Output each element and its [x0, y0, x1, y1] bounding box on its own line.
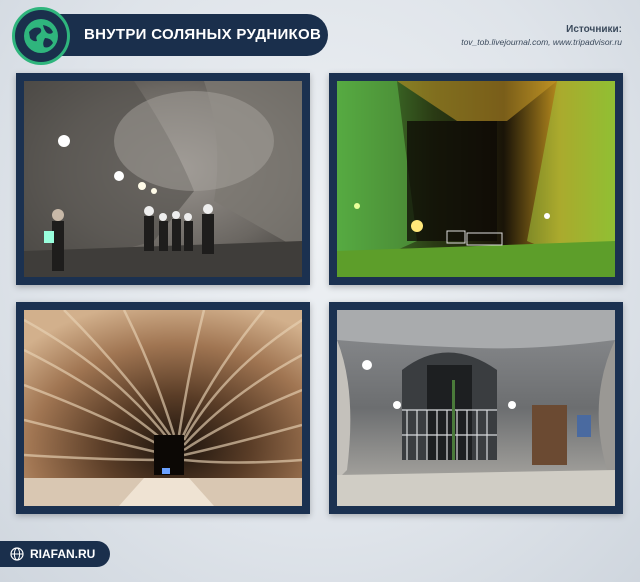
- photo-gate-cavern: [337, 310, 615, 506]
- footer-site-badge[interactable]: RIAFAN.RU: [0, 541, 110, 567]
- page-title: ВНУТРИ СОЛЯНЫХ РУДНИКОВ: [84, 26, 322, 43]
- sources-value: tov_tob.livejournal.com, www.tripadvisor…: [461, 37, 622, 47]
- photo-panel-1: [16, 73, 310, 285]
- sources-block: Источники: tov_tob.livejournal.com, www.…: [461, 24, 622, 47]
- sources-label: Источники:: [566, 24, 622, 35]
- photo-panel-4: [329, 302, 623, 514]
- photo-green-shaft: [337, 81, 615, 277]
- photo-visitors-tunnel: [24, 81, 302, 277]
- title-bar: ВНУТРИ СОЛЯНЫХ РУДНИКОВ: [12, 7, 328, 65]
- photo-panel-2: [329, 73, 623, 285]
- photo-panel-3: [16, 302, 310, 514]
- globe-icon: [10, 547, 24, 561]
- photo-ribbed-tunnel: [24, 310, 302, 506]
- globe-logo-icon: [12, 7, 70, 65]
- site-name: RIAFAN.RU: [30, 547, 96, 561]
